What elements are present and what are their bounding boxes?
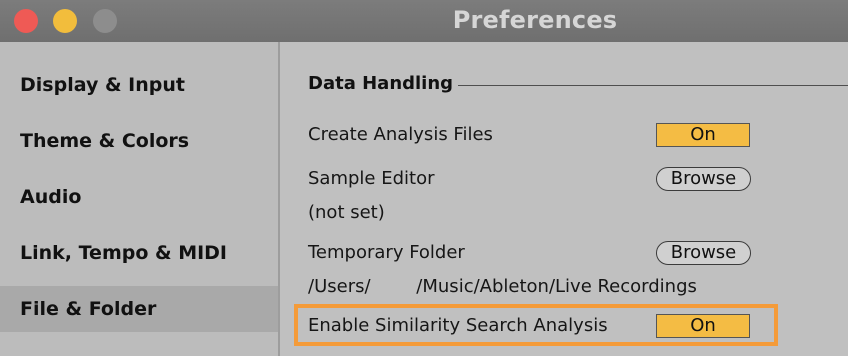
- sidebar-item-audio[interactable]: Audio: [0, 174, 278, 220]
- sidebar-item-display-input[interactable]: Display & Input: [0, 62, 278, 108]
- sample-editor-browse-button[interactable]: Browse: [656, 167, 751, 191]
- sidebar-item-theme-colors[interactable]: Theme & Colors: [0, 118, 278, 164]
- close-window-icon[interactable]: [14, 9, 38, 33]
- section-divider: [458, 85, 848, 86]
- temporary-folder-label: Temporary Folder: [308, 242, 465, 263]
- preferences-window: Preferences Display & Input Theme & Colo…: [0, 0, 848, 356]
- create-analysis-files-label: Create Analysis Files: [308, 124, 493, 145]
- sample-editor-label: Sample Editor: [308, 168, 435, 189]
- title-bar: Preferences: [0, 0, 848, 42]
- similarity-search-toggle[interactable]: On: [656, 314, 750, 338]
- create-analysis-files-toggle[interactable]: On: [656, 123, 750, 147]
- similarity-search-label: Enable Similarity Search Analysis: [308, 315, 608, 336]
- temporary-folder-browse-button[interactable]: Browse: [656, 241, 751, 265]
- zoom-window-icon[interactable]: [93, 9, 117, 33]
- sidebar-item-file-folder[interactable]: File & Folder: [0, 286, 278, 332]
- sidebar-item-link-tempo-midi[interactable]: Link, Tempo & MIDI: [0, 230, 278, 276]
- preferences-sidebar: Display & Input Theme & Colors Audio Lin…: [0, 42, 278, 356]
- temporary-folder-path: /Users/ /Music/Ableton/Live Recordings: [308, 276, 697, 297]
- sample-editor-path: (not set): [308, 202, 385, 223]
- minimize-window-icon[interactable]: [53, 9, 77, 33]
- window-title: Preferences: [452, 6, 618, 34]
- file-folder-panel: Data Handling Create Analysis Files On S…: [280, 42, 848, 356]
- section-title: Data Handling: [308, 73, 454, 94]
